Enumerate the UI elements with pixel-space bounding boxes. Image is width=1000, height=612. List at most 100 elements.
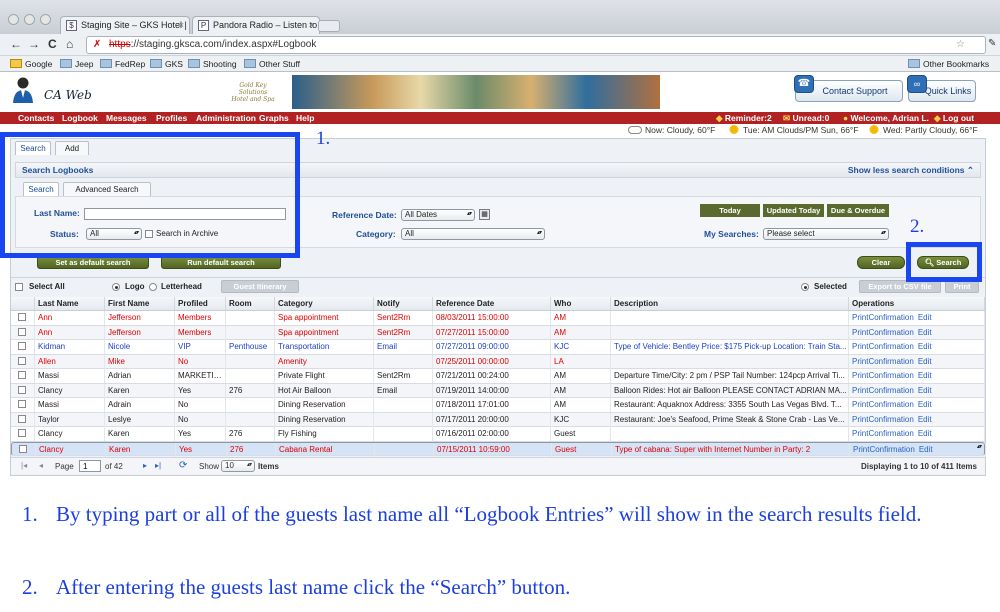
print-confirmation-link[interactable]: PrintConfirmation <box>852 386 914 395</box>
next-page-icon[interactable]: ▸ <box>143 461 147 470</box>
header-notify[interactable]: Notify <box>374 297 433 310</box>
print-confirmation-link[interactable]: PrintConfirmation <box>853 445 915 454</box>
row-checkbox[interactable] <box>18 385 26 394</box>
prev-page-icon[interactable]: ◂ <box>39 461 43 470</box>
bookmark-other-stuff[interactable]: Other Stuff <box>244 58 300 70</box>
category-select[interactable]: All <box>401 228 545 240</box>
page-number-input[interactable] <box>79 460 101 472</box>
address-bar[interactable]: ✗ https://staging.gksca.com/index.aspx#L… <box>86 36 986 54</box>
contact-support-button[interactable]: ☎ Contact Support <box>794 75 903 102</box>
edit-link[interactable]: Edit <box>918 357 932 366</box>
table-row[interactable]: Kidman Nicole VIP Penthouse Transportation Em… <box>11 340 985 355</box>
table-row[interactable]: Taylor Leslye No Dining Reservation 07/17/20… <box>11 412 985 427</box>
menu-logbook[interactable]: Logbook <box>62 112 98 124</box>
reference-date-select[interactable]: All Dates <box>401 209 475 221</box>
menu-profiles[interactable]: Profiles <box>156 112 187 124</box>
table-row[interactable]: Massi Adrain No Dining Reservation 07/18/201… <box>11 398 985 413</box>
clear-button[interactable]: Clear <box>857 256 905 269</box>
today-button[interactable]: Today <box>700 204 760 217</box>
due-overdue-button[interactable]: Due & Overdue <box>827 204 889 217</box>
forward-arrow-icon[interactable]: → <box>28 37 40 51</box>
print-confirmation-link[interactable]: PrintConfirmation <box>852 371 914 380</box>
header-first-name[interactable]: First Name <box>105 297 175 310</box>
row-checkbox[interactable] <box>18 313 26 321</box>
table-row[interactable]: Ann Jefferson Members Spa appointment Sent2R… <box>11 311 985 326</box>
menu-help[interactable]: Help <box>296 112 314 124</box>
header-who[interactable]: Who <box>551 297 611 310</box>
row-checkbox[interactable] <box>18 356 26 365</box>
bookmark-jeep[interactable]: Jeep <box>60 58 93 70</box>
browser-tab-pandora[interactable]: P Pandora Radio – Listen to Fr × <box>192 16 320 34</box>
tab-close-icon[interactable]: × <box>179 17 184 34</box>
reload-icon[interactable]: C <box>48 37 57 51</box>
window-minimize-icon[interactable] <box>24 14 35 25</box>
table-row[interactable]: Massi Adrian MARKETING Private Flight Sent2R… <box>11 369 985 384</box>
refresh-icon[interactable]: ⟳ <box>179 460 187 471</box>
select-all-checkbox[interactable] <box>15 283 23 291</box>
quick-links-button[interactable]: ∞ Quick Links <box>907 75 976 102</box>
print-confirmation-link[interactable]: PrintConfirmation <box>852 400 914 409</box>
header-reference-date[interactable]: Reference Date <box>433 297 551 310</box>
menu-graphs[interactable]: Graphs <box>259 112 289 124</box>
bookmark-other-bookmarks[interactable]: Other Bookmarks <box>908 58 989 70</box>
page-size-select[interactable]: 10 <box>221 460 255 472</box>
window-close-icon[interactable] <box>8 14 19 25</box>
tab-close-icon[interactable]: × <box>309 17 314 34</box>
menu-administration[interactable]: Administration <box>196 112 256 124</box>
row-checkbox[interactable] <box>18 342 26 350</box>
table-row[interactable]: Clancy Karen Yes 276 Cabana Rental 07/15/2011… <box>11 441 986 457</box>
row-checkbox[interactable] <box>18 327 26 336</box>
print-confirmation-link[interactable]: PrintConfirmation <box>852 415 914 424</box>
row-checkbox[interactable] <box>18 429 26 437</box>
header-room[interactable]: Room <box>226 297 275 310</box>
edit-link[interactable]: Edit <box>919 445 933 454</box>
row-checkbox[interactable] <box>18 371 26 379</box>
header-last-name[interactable]: Last Name <box>35 297 105 310</box>
browser-tab-staging[interactable]: $ Staging Site – GKS Hotel | Lo × <box>60 16 190 34</box>
edit-link[interactable]: Edit <box>918 386 932 395</box>
last-page-icon[interactable]: ▸| <box>155 461 161 470</box>
print-confirmation-link[interactable]: PrintConfirmation <box>852 328 914 337</box>
header-profiled[interactable]: Profiled <box>175 297 226 310</box>
header-description[interactable]: Description <box>611 297 849 310</box>
edit-link[interactable]: Edit <box>918 328 932 337</box>
logo-radio[interactable] <box>112 283 120 291</box>
print-confirmation-link[interactable]: PrintConfirmation <box>852 429 914 438</box>
bookmark-star-icon[interactable]: ☆ <box>956 37 965 53</box>
print-confirmation-link[interactable]: PrintConfirmation <box>852 357 914 366</box>
updated-today-button[interactable]: Updated Today <box>763 204 824 217</box>
guest-itinerary-button[interactable]: Guest Itinerary <box>221 280 299 293</box>
back-arrow-icon[interactable]: ← <box>10 37 22 51</box>
table-row[interactable]: Clancy Karen Yes 276 Hot Air Balloon Email 07/… <box>11 383 985 398</box>
table-row[interactable]: Clancy Karen Yes 276 Fly Fishing 07/16/2011 0… <box>11 427 985 442</box>
home-icon[interactable]: ⌂ <box>66 37 73 51</box>
table-row[interactable]: Ann Jefferson Members Spa appointment Sent2R… <box>11 325 985 340</box>
bookmark-gks[interactable]: GKS <box>150 58 183 70</box>
table-row[interactable]: Allen Mike No Amenity 07/25/2011 00:00:00 LA P… <box>11 354 985 369</box>
row-checkbox[interactable] <box>18 414 26 423</box>
letterhead-radio[interactable] <box>149 283 157 291</box>
edit-link[interactable]: Edit <box>918 400 932 409</box>
row-checkbox[interactable] <box>18 400 26 408</box>
menu-messages[interactable]: Messages <box>106 112 147 124</box>
selected-radio[interactable] <box>801 283 809 291</box>
print-confirmation-link[interactable]: PrintConfirmation <box>852 342 914 351</box>
logout-link[interactable]: ◆ Log out <box>934 112 974 124</box>
row-checkbox[interactable] <box>19 444 27 453</box>
edit-link[interactable]: Edit <box>918 371 932 380</box>
welcome-link[interactable]: ● Welcome, Adrian L. <box>843 112 929 124</box>
bookmark-fedrep[interactable]: FedRep <box>100 58 145 70</box>
unread-link[interactable]: ✉ Unread:0 <box>783 112 829 124</box>
first-page-icon[interactable]: |◂ <box>21 461 27 470</box>
new-tab-button[interactable] <box>318 20 340 32</box>
menu-contacts[interactable]: Contacts <box>18 112 54 124</box>
reminder-link[interactable]: ◆ Reminder:2 <box>716 112 772 124</box>
bookmark-google[interactable]: Google <box>10 58 52 70</box>
edit-link[interactable]: Edit <box>918 313 932 322</box>
wrench-menu-icon[interactable]: ✎ <box>988 37 996 51</box>
edit-link[interactable]: Edit <box>918 429 932 438</box>
window-zoom-icon[interactable] <box>40 14 51 25</box>
my-searches-select[interactable]: Please select <box>763 228 889 240</box>
print-confirmation-link[interactable]: PrintConfirmation <box>852 313 914 322</box>
header-category[interactable]: Category <box>275 297 374 310</box>
